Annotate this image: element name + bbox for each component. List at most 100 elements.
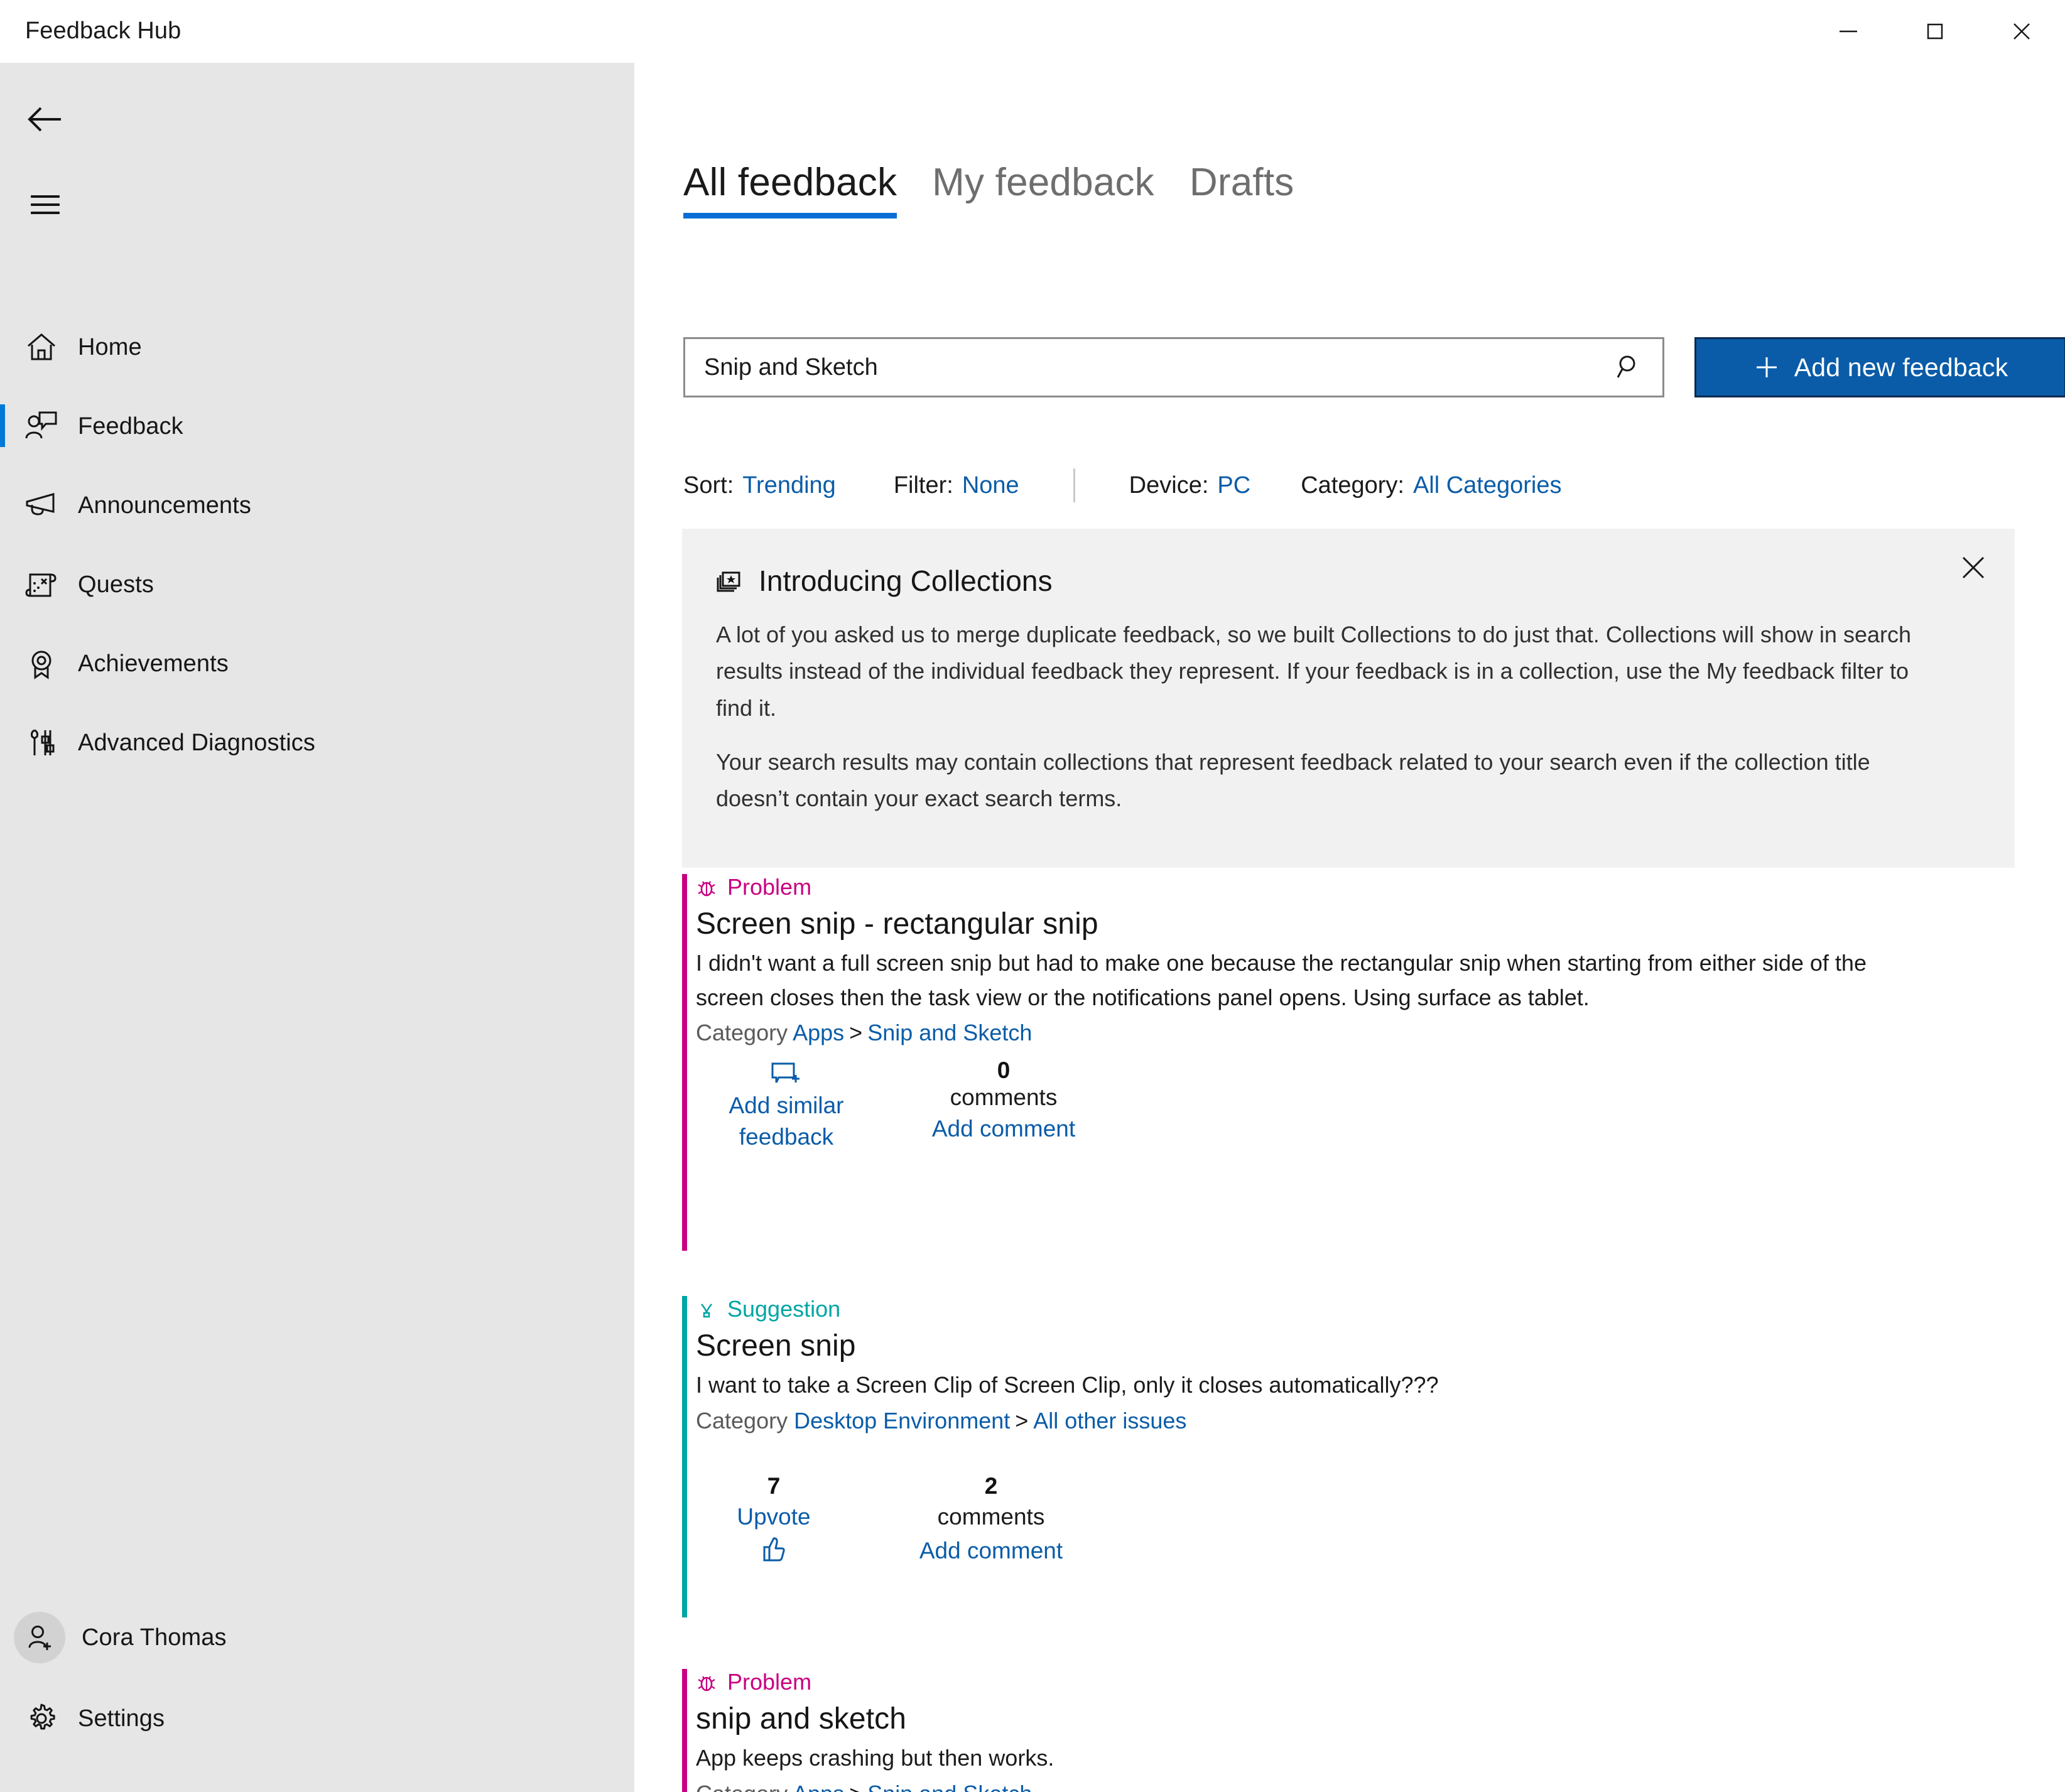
- home-icon: [21, 327, 62, 367]
- sidebar-item-label: Advanced Diagnostics: [78, 729, 315, 756]
- collections-banner: Introducing Collections A lot of you ask…: [682, 529, 2015, 868]
- sidebar-item-announcements[interactable]: Announcements: [0, 466, 634, 545]
- filter-divider: [1073, 468, 1075, 502]
- sidebar-item-achievements[interactable]: Achievements: [0, 624, 634, 703]
- gear-icon: [21, 1698, 62, 1739]
- back-arrow-icon: [28, 107, 61, 132]
- feedback-actions: 7 Upvote 2 comments Add comment: [696, 1474, 2015, 1606]
- category-separator: >: [1015, 1407, 1029, 1433]
- sidebar-item-quests[interactable]: Quests: [0, 545, 634, 624]
- upvote-button[interactable]: 7 Upvote: [711, 1474, 837, 1564]
- account-button[interactable]: Cora Thomas: [0, 1596, 634, 1679]
- title-bar: Feedback Hub: [0, 0, 2065, 63]
- category-filter[interactable]: Category: All Categories: [1301, 472, 1561, 499]
- category-child-link[interactable]: Snip and Sketch: [867, 1020, 1032, 1045]
- app-title: Feedback Hub: [25, 18, 182, 44]
- filter-value[interactable]: None: [962, 472, 1019, 499]
- feedback-type-label: Problem: [727, 1669, 812, 1695]
- lightbulb-icon: [696, 1298, 717, 1320]
- sidebar-item-feedback[interactable]: Feedback: [0, 387, 634, 466]
- category-value[interactable]: All Categories: [1413, 472, 1562, 499]
- selection-indicator: [0, 404, 5, 447]
- search-icon: [1617, 355, 1635, 378]
- add-similar-feedback-label-line1: Add similar: [729, 1093, 844, 1119]
- category-separator: >: [849, 1020, 863, 1046]
- plus-icon: [1753, 354, 1780, 381]
- feedback-description: App keeps crashing but then works.: [696, 1745, 1054, 1771]
- feedback-item[interactable]: Problem snip and sketch App keeps crashi…: [682, 1669, 2015, 1792]
- search-button[interactable]: [1605, 339, 1652, 396]
- feedback-title[interactable]: Screen snip - rectangular snip: [696, 907, 2015, 941]
- bug-icon: [696, 877, 717, 898]
- category-parent-link[interactable]: Apps: [793, 1020, 844, 1045]
- feedback-item[interactable]: Problem Screen snip - rectangular snip I…: [682, 874, 2015, 1270]
- banner-close-button[interactable]: [1948, 542, 1998, 593]
- feedback-title[interactable]: snip and sketch: [696, 1702, 2015, 1736]
- sidebar-footer: Cora Thomas Settings: [0, 1596, 634, 1758]
- sidebar-item-home[interactable]: Home: [0, 308, 634, 387]
- category-prefix-label: Category: [696, 1020, 788, 1046]
- add-similar-feedback-button[interactable]: Add similar feedback: [711, 1061, 862, 1153]
- avatar: [14, 1612, 65, 1663]
- maximize-button[interactable]: [1892, 0, 1978, 63]
- feedback-description: I want to take a Screen Clip of Screen C…: [696, 1372, 1439, 1398]
- device-filter[interactable]: Device: PC: [1129, 472, 1251, 499]
- add-comment-button[interactable]: Add comment: [872, 1535, 1110, 1567]
- add-new-feedback-button[interactable]: Add new feedback: [1694, 337, 2065, 397]
- bug-icon: [696, 1671, 717, 1693]
- search-row: Add new feedback: [683, 337, 2065, 397]
- tools-icon: [21, 723, 62, 763]
- tab-my-feedback[interactable]: My feedback: [932, 160, 1154, 219]
- feedback-actions: Add similar feedback 0 comments Add comm…: [696, 1059, 2015, 1190]
- upvote-count: 7: [767, 1472, 781, 1499]
- sidebar-item-label: Announcements: [78, 492, 251, 519]
- category-parent-link[interactable]: Apps: [793, 1781, 844, 1792]
- category-parent-link[interactable]: Desktop Environment: [794, 1408, 1010, 1433]
- comments-count: 0: [997, 1057, 1011, 1084]
- tab-all-feedback[interactable]: All feedback: [683, 160, 897, 219]
- category-child-link[interactable]: All other issues: [1033, 1408, 1186, 1433]
- feedback-type: Suggestion: [696, 1296, 2015, 1322]
- window-controls: [1805, 0, 2065, 63]
- add-comment-button[interactable]: Add comment: [884, 1113, 1123, 1145]
- account-add-icon: [28, 1626, 51, 1650]
- back-button[interactable]: [15, 89, 75, 149]
- filter-filter[interactable]: Filter: None: [894, 472, 1019, 499]
- feedback-type-label: Suggestion: [727, 1296, 841, 1322]
- sidebar-item-settings[interactable]: Settings: [0, 1679, 634, 1758]
- category-label: Category:: [1301, 472, 1404, 499]
- category-separator: >: [849, 1781, 862, 1792]
- close-icon: [1962, 556, 1985, 579]
- category-child-link[interactable]: Snip and Sketch: [867, 1781, 1032, 1792]
- sidebar-item-advanced-diagnostics[interactable]: Advanced Diagnostics: [0, 703, 634, 782]
- device-value[interactable]: PC: [1217, 472, 1250, 499]
- comments-count: 2: [984, 1472, 998, 1499]
- type-accent-bar: [682, 1296, 687, 1617]
- banner-paragraph-1: A lot of you asked us to merge duplicate…: [716, 622, 1912, 721]
- add-similar-feedback-label-line2: feedback: [739, 1124, 834, 1150]
- search-box[interactable]: [683, 337, 1664, 397]
- feedback-type-label: Problem: [727, 874, 812, 900]
- feedback-type: Problem: [696, 874, 2015, 900]
- hamburger-button[interactable]: [15, 175, 75, 235]
- tab-drafts[interactable]: Drafts: [1190, 160, 1294, 219]
- feedback-list: Problem Screen snip - rectangular snip I…: [682, 874, 2015, 1792]
- sort-filter[interactable]: Sort: Trending: [683, 472, 836, 499]
- megaphone-icon: [21, 485, 62, 526]
- banner-title: Introducing Collections: [759, 564, 1053, 597]
- feedback-description: I didn't want a full screen snip but had…: [696, 950, 1867, 1010]
- minimize-button[interactable]: [1805, 0, 1892, 63]
- main-content: All feedback My feedback Drafts Add new …: [634, 63, 2065, 1792]
- feedback-person-icon: [21, 406, 62, 446]
- search-input[interactable]: [703, 353, 1582, 382]
- sort-value[interactable]: Trending: [742, 472, 836, 499]
- feedback-category: Category Apps>Snip and Sketch: [696, 1020, 2015, 1046]
- sidebar-item-label: Quests: [78, 571, 154, 598]
- scroll-icon: [21, 564, 62, 605]
- add-comment-bubble-icon: [711, 1061, 862, 1090]
- close-button[interactable]: [1978, 0, 2065, 63]
- feedback-title[interactable]: Screen snip: [696, 1329, 2015, 1363]
- sort-label: Sort:: [683, 472, 734, 499]
- feedback-item[interactable]: Suggestion Screen snip I want to take a …: [682, 1296, 2015, 1648]
- sidebar-item-label: Achievements: [78, 650, 229, 677]
